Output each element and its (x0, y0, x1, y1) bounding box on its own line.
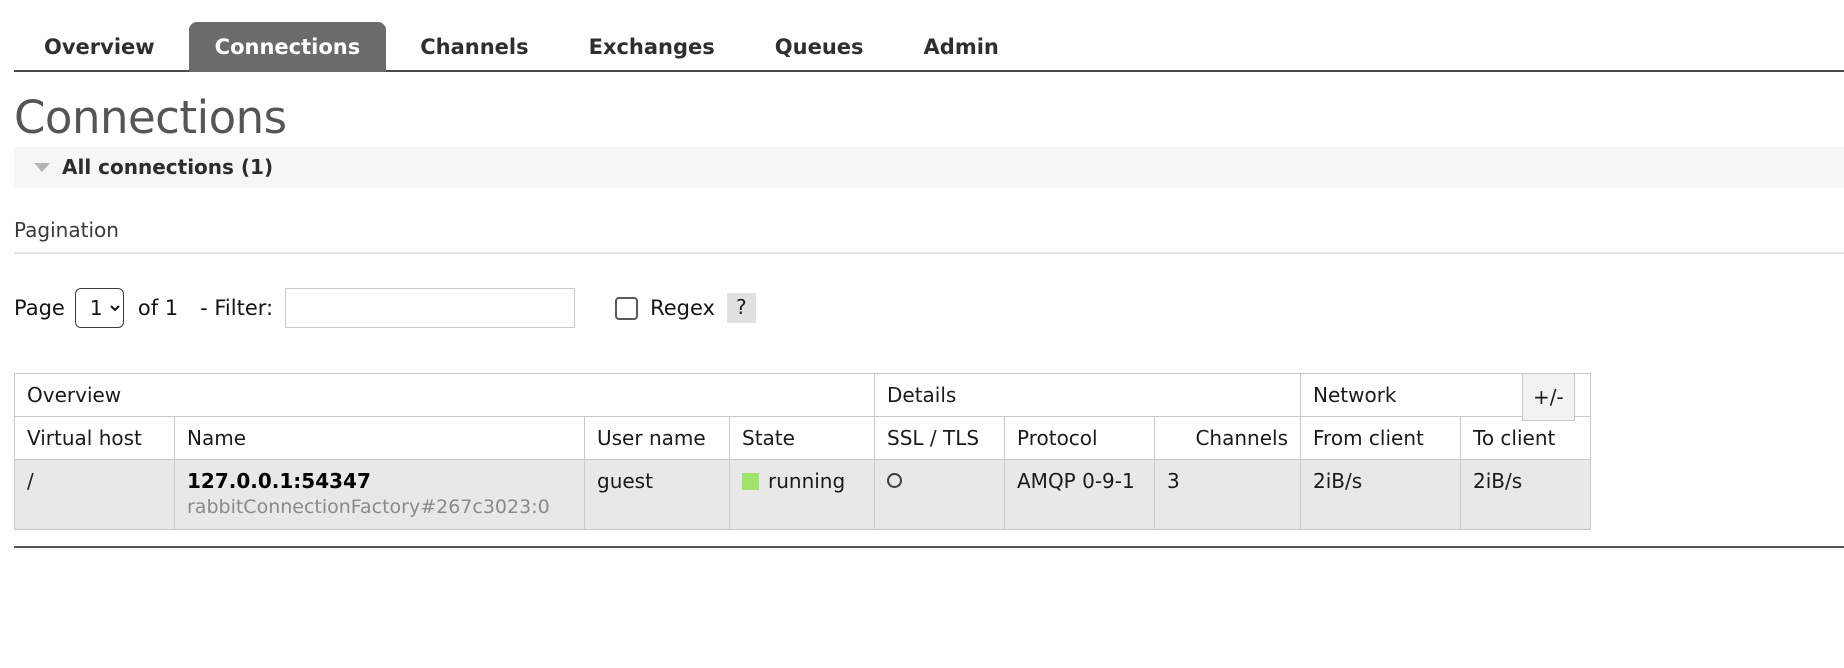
section-header-label: All connections (1) (62, 155, 274, 180)
column-header-to-client[interactable]: To client (1460, 416, 1591, 461)
tab-queues[interactable]: Queues (749, 22, 890, 72)
connections-table-container: Overview Details Network Virtual host Na… (14, 373, 1844, 530)
cell-protocol: AMQP 0-9-1 (1004, 459, 1155, 530)
regex-checkbox[interactable] (615, 296, 639, 320)
page-title: Connections (14, 91, 287, 144)
column-header-from-client[interactable]: From client (1300, 416, 1461, 461)
tab-connections[interactable]: Connections (188, 21, 387, 72)
page-total-label: of 1 (137, 296, 179, 321)
cell-user-name: guest (584, 459, 730, 530)
tab-channels[interactable]: Channels (394, 22, 554, 72)
column-header-ssl-tls[interactable]: SSL / TLS (874, 416, 1005, 461)
cell-channels: 3 (1154, 459, 1301, 530)
status-badge (742, 473, 759, 491)
filter-label: - Filter: (200, 296, 274, 321)
main-navigation: Overview Connections Channels Exchanges … (0, 0, 1844, 72)
pagination-title: Pagination (14, 218, 119, 243)
column-toggle-button[interactable]: +/- (1522, 373, 1575, 422)
table-row[interactable]: / 127.0.0.1:54347 rabbitConnectionFactor… (14, 459, 1591, 530)
cell-name: 127.0.0.1:54347 rabbitConnectionFactory#… (174, 459, 585, 530)
pagination-section: Pagination Page 1 of 1 - Filter: Regex ? (14, 218, 1844, 329)
column-header-channels[interactable]: Channels (1154, 416, 1301, 461)
page-label: Page (14, 296, 65, 321)
nav-tab-list: Overview Connections Channels Exchanges … (0, 0, 1844, 72)
pagination-controls: Page 1 of 1 - Filter: Regex ? (14, 288, 1844, 329)
page-select[interactable]: 1 (74, 288, 124, 329)
column-header-user-name[interactable]: User name (584, 416, 730, 461)
all-connections-section-header[interactable]: All connections (1) (14, 147, 1844, 189)
tab-overview[interactable]: Overview (18, 22, 181, 72)
bottom-divider (14, 546, 1844, 548)
circle-outline-icon (887, 473, 902, 489)
column-header-protocol[interactable]: Protocol (1004, 416, 1155, 461)
cell-from-client: 2iB/s (1300, 459, 1461, 530)
filter-input[interactable] (285, 288, 576, 329)
pagination-divider (14, 252, 1844, 255)
regex-help-button[interactable]: ? (726, 293, 756, 324)
column-header-name[interactable]: Name (174, 416, 585, 461)
regex-label: Regex (650, 296, 715, 321)
cell-to-client: 2iB/s (1460, 459, 1591, 530)
connections-table: Overview Details Network Virtual host Na… (14, 373, 1591, 530)
table-group-header-row: Overview Details Network (14, 373, 1591, 418)
connection-name-link[interactable]: 127.0.0.1:54347 (187, 469, 572, 494)
tab-admin[interactable]: Admin (898, 22, 1025, 72)
triangle-down-icon[interactable] (34, 162, 50, 172)
group-header-overview: Overview (14, 373, 875, 418)
cell-state: running (729, 459, 875, 530)
connection-client-properties: rabbitConnectionFactory#267c3023:0 (187, 496, 550, 519)
state-label: running (768, 469, 846, 494)
column-header-state[interactable]: State (729, 416, 875, 461)
tab-exchanges[interactable]: Exchanges (563, 22, 741, 72)
table-column-header-row: Virtual host Name User name State SSL / … (14, 416, 1591, 461)
cell-ssl-tls (874, 459, 1005, 530)
cell-virtual-host: / (14, 459, 175, 530)
column-header-virtual-host[interactable]: Virtual host (14, 416, 175, 461)
group-header-details: Details (874, 373, 1301, 418)
